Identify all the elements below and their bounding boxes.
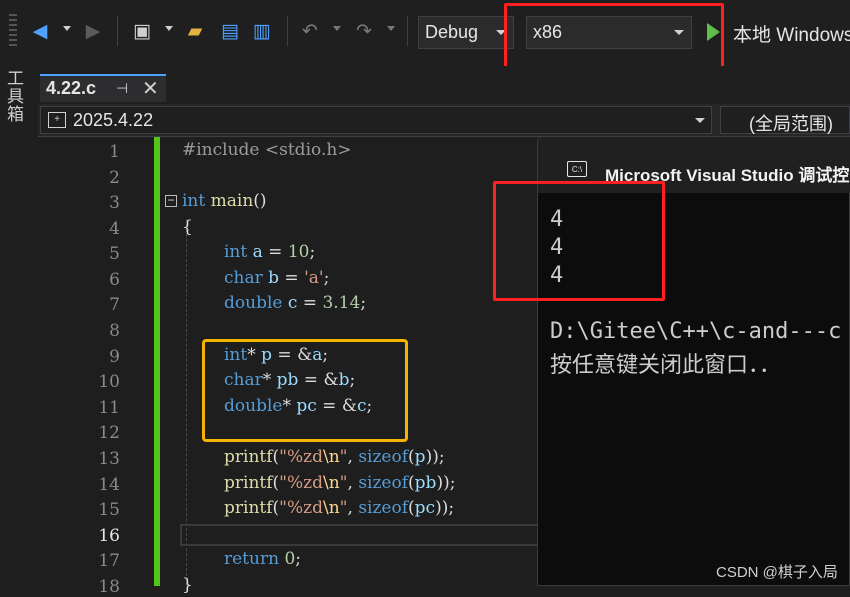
project-icon: + xyxy=(48,112,66,128)
line-number: 11 xyxy=(98,398,120,418)
console-path-line: D:\Gitee\C++\c-and---c xyxy=(550,319,842,344)
output-highlight-box xyxy=(493,181,665,301)
code-line-4: { xyxy=(182,217,193,237)
line-number: 12 xyxy=(98,423,120,443)
run-button-label[interactable]: 本地 Windows xyxy=(733,20,850,47)
line-number: 7 xyxy=(109,295,120,315)
toolbox-panel[interactable]: 工具箱 xyxy=(0,66,34,586)
console-app-icon: C:\ xyxy=(567,161,587,177)
separator xyxy=(287,16,288,46)
undo-icon[interactable]: ↶ xyxy=(298,19,322,43)
save-all-icon[interactable]: ▥ xyxy=(250,19,274,43)
code-line-3: int main() xyxy=(182,191,267,211)
collapse-icon[interactable]: − xyxy=(165,194,177,207)
watermark: CSDN @棋子入局 xyxy=(716,564,838,581)
separator xyxy=(407,16,408,46)
line-number: 4 xyxy=(109,219,120,239)
separator xyxy=(117,16,118,46)
redo-icon[interactable]: ↷ xyxy=(352,19,376,43)
scope-name: (全局范围) xyxy=(749,114,833,134)
code-line-5: int a = 10; xyxy=(224,242,316,262)
tab-4-22-c[interactable]: 4.22.c ⊣ ✕ xyxy=(40,74,166,102)
navigation-bar: + 2025.4.22 (全局范围) xyxy=(38,104,850,137)
toolbar-grip xyxy=(9,14,17,48)
line-number: 3 xyxy=(109,193,120,213)
code-line-15: printf("%zd\n", sizeof(pc)); xyxy=(224,498,455,518)
redo-dropdown-icon[interactable] xyxy=(387,26,395,31)
code-line-13: printf("%zd\n", sizeof(p)); xyxy=(224,447,445,467)
scope-select[interactable]: (全局范围) xyxy=(720,106,850,134)
line-number: 15 xyxy=(98,500,120,520)
line-number: 18 xyxy=(98,577,120,597)
line-number: 9 xyxy=(109,347,120,367)
change-tracking-bar xyxy=(154,137,160,586)
pointer-declarations-highlight-box xyxy=(202,339,408,442)
line-number: 10 xyxy=(98,372,120,392)
line-number: 13 xyxy=(98,449,120,469)
code-line-17: return 0; xyxy=(224,549,302,569)
new-dropdown-icon[interactable] xyxy=(165,26,173,31)
line-number-current: 16 xyxy=(98,526,120,546)
project-name: 2025.4.22 xyxy=(73,110,154,130)
line-number: 5 xyxy=(109,244,120,264)
undo-dropdown-icon[interactable] xyxy=(333,26,341,31)
code-line-18: } xyxy=(182,575,193,595)
pin-icon[interactable]: ⊣ xyxy=(116,80,128,97)
line-number: 6 xyxy=(109,270,120,290)
new-project-icon[interactable]: ▣ xyxy=(130,19,154,43)
chevron-down-icon xyxy=(695,118,705,123)
back-dropdown-icon[interactable] xyxy=(63,26,71,31)
code-line-7: double c = 3.14; xyxy=(224,293,367,313)
code-line-6: char b = 'a'; xyxy=(224,268,330,288)
line-number: 1 xyxy=(109,142,120,162)
tab-label: 4.22.c xyxy=(46,78,97,98)
line-number: 14 xyxy=(98,475,120,495)
configuration-select[interactable]: Debug xyxy=(418,16,514,49)
code-line-1: #include <stdio.h> xyxy=(182,140,352,160)
line-number: 17 xyxy=(98,551,120,571)
configuration-value: Debug xyxy=(425,22,479,42)
code-line-14: printf("%zd\n", sizeof(pb)); xyxy=(224,473,456,493)
save-icon[interactable]: ▤ xyxy=(218,19,242,43)
toolbox-label[interactable]: 工具箱 xyxy=(7,70,27,124)
line-number-gutter: 1 2 3 4 5 6 7 8 9 10 11 12 13 14 15 16 1… xyxy=(38,137,154,597)
open-folder-icon[interactable]: ▰ xyxy=(183,19,207,43)
line-number: 8 xyxy=(109,321,120,341)
line-number: 2 xyxy=(109,168,120,188)
forward-icon[interactable]: ▶ xyxy=(81,19,105,43)
console-prompt-line: 按任意键关闭此窗口．． xyxy=(550,353,782,378)
back-icon[interactable]: ◀ xyxy=(28,19,52,43)
document-tabs: 4.22.c ⊣ ✕ xyxy=(38,66,850,102)
project-select[interactable]: + 2025.4.22 xyxy=(40,106,712,134)
close-icon[interactable]: ✕ xyxy=(142,76,159,101)
